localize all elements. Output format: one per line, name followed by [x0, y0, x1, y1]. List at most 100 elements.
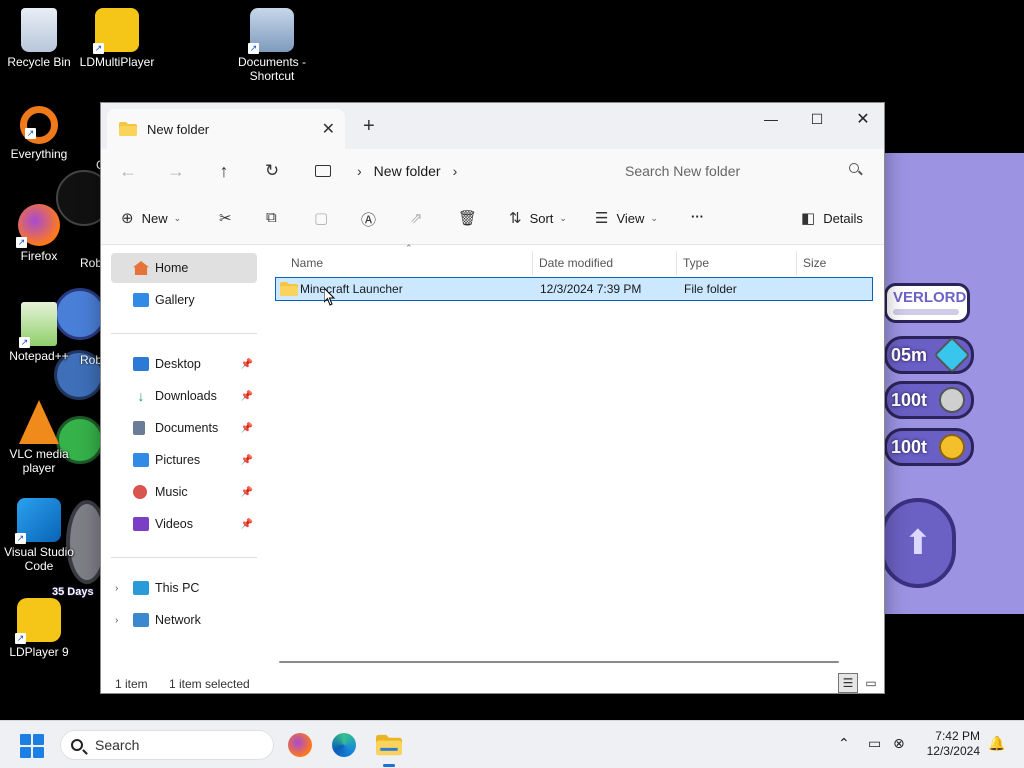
nav-item-label: Documents — [155, 421, 219, 435]
tab-title: New folder — [147, 121, 210, 137]
refresh-button[interactable]: ↻ — [257, 157, 287, 185]
column-header-name[interactable]: Name — [285, 251, 533, 275]
plus-circle-icon: ⊕ — [121, 210, 134, 227]
nav-item-gallery[interactable]: Gallery — [111, 285, 257, 315]
nav-item-this-pc[interactable]: › This PC — [111, 573, 257, 603]
arrow-up-icon: ↑ — [219, 160, 229, 181]
tiles-view-button[interactable]: ▭ — [861, 673, 881, 693]
column-header-date[interactable]: Date modified — [533, 251, 677, 275]
new-label: New — [141, 210, 168, 226]
horizontal-scrollbar[interactable] — [279, 661, 839, 663]
taskbar-file-explorer[interactable] — [373, 729, 405, 767]
tab-new-folder[interactable]: New folder ✕ — [107, 109, 345, 149]
search-box[interactable]: Search New folder — [611, 155, 875, 187]
paste-icon: ▢ — [314, 210, 329, 227]
column-header-type[interactable]: Type — [677, 251, 797, 275]
item-count: 1 item — [115, 677, 148, 691]
pin-icon[interactable]: 📌 — [241, 391, 253, 402]
file-type: File folder — [684, 282, 737, 296]
details-view-button[interactable]: ☰ — [838, 673, 858, 693]
gallery-icon — [133, 293, 149, 307]
sort-icon: ⇅ — [509, 210, 522, 227]
nav-item-desktop[interactable]: Desktop 📌 — [111, 349, 257, 379]
desktop-icon-vlc[interactable]: VLC media player — [0, 400, 78, 475]
forward-button[interactable]: → — [161, 157, 191, 185]
file-name[interactable]: Minecraft Launcher — [300, 282, 403, 296]
copy-icon: ⧉ — [266, 209, 277, 226]
sort-button[interactable]: ⇅ Sort ⌄ — [509, 209, 567, 227]
mouse-cursor-icon — [324, 288, 336, 306]
nav-item-network[interactable]: › Network — [111, 605, 257, 635]
delete-button[interactable]: 🗑 — [458, 209, 485, 227]
nav-item-music[interactable]: Music 📌 — [111, 477, 257, 507]
pin-icon[interactable]: 📌 — [241, 519, 253, 530]
details-label: Details — [823, 210, 863, 226]
column-header-size[interactable]: Size — [797, 251, 877, 275]
pin-icon[interactable]: 📌 — [241, 487, 253, 498]
taskbar-search[interactable]: Search — [60, 730, 274, 760]
nav-item-videos[interactable]: Videos 📌 — [111, 509, 257, 539]
desktop-icon-label: Notepad++ — [9, 349, 69, 363]
new-button[interactable]: ⊕ New ⌄ — [121, 209, 181, 227]
breadcrumb-item[interactable]: New folder — [374, 163, 441, 179]
rename-button[interactable]: Ⓐ — [361, 209, 384, 230]
chevron-right-icon[interactable]: › — [115, 583, 118, 594]
videos-icon — [133, 517, 149, 531]
taskbar-clock[interactable]: 7:42 PM 12/3/2024 — [918, 729, 980, 759]
share-button[interactable]: ⇗ — [410, 209, 431, 227]
breadcrumb[interactable]: › New folder › — [303, 155, 601, 187]
nav-item-pictures[interactable]: Pictures 📌 — [111, 445, 257, 475]
pictures-icon — [133, 453, 149, 467]
ldplayer-icon: ↗ — [15, 598, 61, 644]
start-button[interactable] — [20, 734, 44, 758]
desktop-icon-recycle-bin[interactable]: Recycle Bin — [0, 8, 78, 69]
nav-item-label: This PC — [155, 581, 200, 595]
cut-button[interactable]: ✂ — [219, 209, 240, 227]
taskbar-firefox[interactable] — [284, 729, 316, 761]
table-row[interactable]: Minecraft Launcher 12/3/2024 7:39 PM Fil… — [275, 277, 873, 301]
desktop-icon-notepadpp[interactable]: ↗ Notepad++ — [0, 302, 78, 363]
chevron-up-icon[interactable]: ⌃ — [838, 735, 850, 752]
chevron-right-icon[interactable]: › — [115, 615, 118, 626]
taskbar-edge[interactable] — [328, 729, 360, 761]
maximize-button[interactable]: ☐ — [794, 103, 840, 135]
desktop-icon-ldplayer[interactable]: ↗ LDPlayer 9 — [0, 598, 78, 659]
back-button[interactable]: ← — [113, 157, 143, 185]
up-button[interactable]: ↑ — [209, 157, 239, 185]
desktop-icon-everything[interactable]: ↗ Everything — [0, 106, 78, 161]
chevron-right-icon[interactable]: › — [453, 163, 458, 179]
selection-count: 1 item selected — [169, 677, 250, 691]
taskbar-search-label: Search — [95, 737, 140, 753]
close-tab-icon[interactable]: ✕ — [322, 119, 335, 139]
game-player-name: VERLORD — [884, 283, 970, 323]
chevron-down-icon: ⌄ — [173, 212, 182, 223]
close-window-button[interactable]: ✕ — [840, 103, 886, 135]
paste-button[interactable]: ▢ — [314, 209, 336, 227]
more-options-button[interactable]: ··· — [691, 209, 704, 224]
desktop-icon-documents-shortcut[interactable]: ↗ Documents - Shortcut — [233, 8, 311, 83]
close-icon: ✕ — [856, 111, 870, 128]
folder-icon — [119, 122, 137, 136]
copy-button[interactable]: ⧉ — [266, 209, 285, 226]
notepadpp-icon: ↗ — [19, 302, 57, 348]
pin-icon[interactable]: 📌 — [241, 359, 253, 370]
notification-bell-icon[interactable]: 🔔 — [988, 735, 1005, 752]
game-up-button[interactable]: ⬆ — [880, 498, 956, 588]
nav-item-home[interactable]: Home — [111, 253, 257, 283]
pin-icon[interactable]: 📌 — [241, 423, 253, 434]
nav-item-documents[interactable]: Documents 📌 — [111, 413, 257, 443]
nav-item-downloads[interactable]: ↓ Downloads 📌 — [111, 381, 257, 411]
chevron-right-icon[interactable]: › — [357, 163, 362, 179]
diamond-icon — [933, 336, 971, 374]
desktop-icon-ldmultiplayer[interactable]: ↗ LDMultiPlayer — [78, 8, 156, 69]
desktop-icon-vscode[interactable]: ↗ Visual Studio Code — [0, 498, 78, 573]
desktop-icon-firefox[interactable]: ↗ Firefox — [0, 204, 78, 263]
new-tab-button[interactable]: + — [363, 115, 375, 138]
minimize-icon: — — [764, 111, 778, 127]
view-button[interactable]: ☰ View ⌄ — [595, 209, 658, 227]
display-icon[interactable]: ▭ — [868, 735, 881, 752]
network-disconnected-icon[interactable]: ⊗ — [893, 735, 905, 752]
pin-icon[interactable]: 📌 — [241, 455, 253, 466]
minimize-button[interactable]: — — [748, 103, 794, 135]
details-button[interactable]: ◧ Details — [801, 209, 863, 227]
